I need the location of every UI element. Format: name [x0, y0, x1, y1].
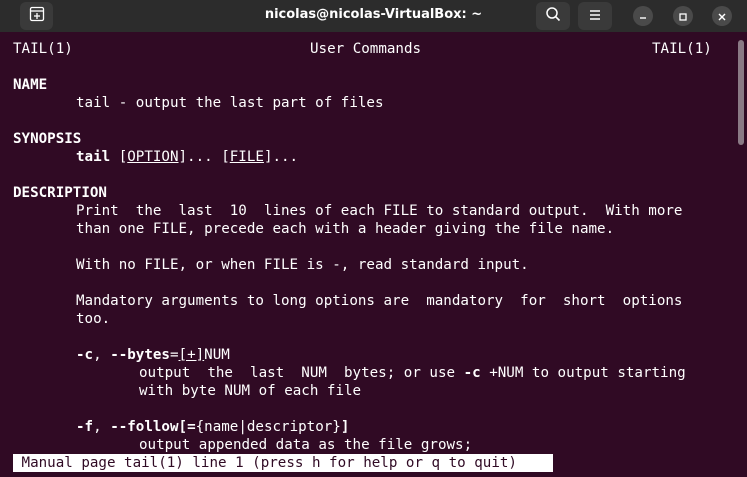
option-c-equals: = [169, 347, 179, 363]
menu-button[interactable] [578, 2, 612, 30]
synopsis-bracket-close: ]... [263, 149, 299, 165]
option-c-desc-2: with byte NUM of each file [139, 383, 362, 399]
option-f-bracket: [= [178, 419, 196, 435]
description-line-5: too. [76, 311, 111, 327]
name-heading: NAME [13, 77, 48, 93]
terminal-window: nicolas@nicolas-VirtualBox: ~ TAIL(1) Us… [0, 0, 747, 477]
option-c-desc-1c: +NUM to output starting [480, 365, 686, 381]
man-header-left: TAIL(1) [13, 41, 73, 57]
option-c-desc-1: output the last NUM bytes; or use -c +NU… [139, 364, 686, 382]
option-c-arg: NUM [204, 347, 230, 363]
option-f-separator: , [93, 419, 111, 435]
minimize-button[interactable] [633, 6, 653, 26]
option-f-desc-1: output appended data as the file grows; [139, 437, 473, 453]
synopsis-heading: SYNOPSIS [13, 131, 82, 147]
synopsis-option: OPTION [127, 149, 179, 165]
synopsis-bracket-mid: ]... [ [178, 149, 230, 165]
option-c-plus: [+] [178, 347, 205, 363]
option-c-desc-1a: output the last NUM bytes; or use [139, 365, 464, 381]
description-heading: DESCRIPTION [13, 185, 107, 201]
synopsis-file: FILE [229, 149, 264, 165]
option-c-long: --bytes [110, 347, 170, 363]
title-bar: nicolas@nicolas-VirtualBox: ~ [0, 0, 747, 32]
man-header-center: User Commands [310, 41, 422, 57]
option-c-short: -c [76, 347, 94, 363]
synopsis-line: tail [OPTION]... [FILE]... [76, 148, 298, 166]
scrollbar[interactable] [738, 40, 744, 145]
maximize-icon [678, 7, 688, 26]
new-tab-icon [29, 6, 45, 26]
name-text: tail - output the last part of files [76, 95, 384, 111]
new-tab-button[interactable] [20, 2, 53, 30]
close-icon [717, 7, 727, 26]
option-f-arg: {name|descriptor} [195, 419, 341, 435]
hamburger-menu-icon [588, 7, 602, 26]
description-line-1: Print the last 10 lines of each FILE to … [76, 203, 683, 219]
pager-status-line: Manual page tail(1) line 1 (press h for … [13, 454, 553, 472]
synopsis-bracket-open: [ [118, 149, 128, 165]
option-f-long: --follow [110, 419, 179, 435]
minimize-icon [638, 7, 648, 26]
option-follow: -f, --follow[={name|descriptor}] [76, 418, 349, 436]
search-icon [545, 6, 561, 26]
option-bytes: -c, --bytes=[+]NUM [76, 346, 230, 364]
terminal-viewport[interactable]: TAIL(1) User Commands TAIL(1) NAME tail … [0, 32, 747, 477]
close-button[interactable] [712, 6, 732, 26]
maximize-button[interactable] [673, 6, 693, 26]
description-line-3: With no FILE, or when FILE is -, read st… [76, 257, 529, 273]
man-header-right: TAIL(1) [652, 41, 712, 57]
option-c-desc-1b: -c [463, 365, 481, 381]
option-f-close: ] [340, 419, 350, 435]
description-line-2: than one FILE, precede each with a heade… [76, 221, 615, 237]
description-line-4: Mandatory arguments to long options are … [76, 293, 683, 309]
search-button[interactable] [536, 2, 570, 30]
synopsis-command: tail [76, 149, 111, 165]
option-c-separator: , [93, 347, 111, 363]
option-f-short: -f [76, 419, 94, 435]
